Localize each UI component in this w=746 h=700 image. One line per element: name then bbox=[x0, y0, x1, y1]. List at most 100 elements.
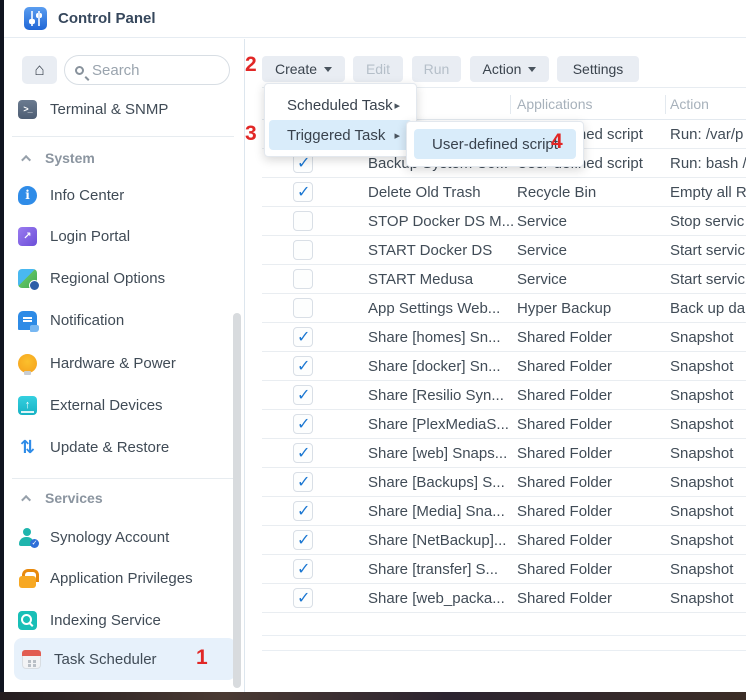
task-name: STOP Docker DS M... bbox=[368, 207, 514, 235]
caret-down-icon bbox=[528, 67, 536, 72]
table-row[interactable]: Share [Resilio Syn... Shared Folder Snap… bbox=[262, 381, 746, 410]
action-button[interactable]: Action bbox=[470, 56, 549, 82]
run-button[interactable]: Run bbox=[412, 56, 461, 82]
task-name: Share [Media] Sna... bbox=[368, 497, 514, 525]
menu-item-label: User-defined script bbox=[432, 136, 558, 153]
row-checkbox[interactable] bbox=[293, 559, 313, 579]
task-application: Shared Folder bbox=[517, 439, 667, 467]
caret-down-icon bbox=[324, 67, 332, 72]
search-box[interactable] bbox=[64, 55, 230, 85]
edit-button[interactable]: Edit bbox=[353, 56, 403, 82]
menu-item-scheduled-task[interactable]: Scheduled Task ▸ bbox=[269, 90, 412, 120]
column-header-applications[interactable]: Applications bbox=[517, 88, 593, 119]
notification-icon bbox=[18, 311, 37, 330]
row-checkbox[interactable] bbox=[293, 472, 313, 492]
row-checkbox[interactable] bbox=[293, 182, 313, 202]
sidebar-item-label: Indexing Service bbox=[50, 612, 161, 629]
sidebar: ⌂ Terminal & SNMP System Info Center Log… bbox=[4, 39, 244, 692]
table-row[interactable]: Delete Old Trash Recycle Bin Empty all R bbox=[262, 178, 746, 207]
sidebar-item-info-center[interactable]: Info Center bbox=[18, 181, 232, 209]
task-action: Snapshot bbox=[670, 410, 746, 438]
control-panel-icon bbox=[24, 7, 47, 30]
table-row[interactable]: START Medusa Service Start servic bbox=[262, 265, 746, 294]
task-application: Shared Folder bbox=[517, 526, 667, 554]
sidebar-divider bbox=[12, 136, 234, 137]
button-label: Action bbox=[483, 61, 522, 77]
info-icon bbox=[18, 186, 37, 205]
row-checkbox[interactable] bbox=[293, 588, 313, 608]
sidebar-section-services[interactable]: Services bbox=[18, 488, 232, 508]
row-checkbox[interactable] bbox=[293, 414, 313, 434]
task-action: Snapshot bbox=[670, 323, 746, 351]
sidebar-item-label: Notification bbox=[50, 312, 124, 329]
menu-item-triggered-task[interactable]: Triggered Task ▸ bbox=[269, 120, 412, 150]
task-name: Share [docker] Sn... bbox=[368, 352, 514, 380]
sidebar-item-login-portal[interactable]: Login Portal bbox=[18, 222, 232, 250]
sidebar-item-synology-account[interactable]: ✓ Synology Account bbox=[18, 523, 232, 551]
task-application: Shared Folder bbox=[517, 497, 667, 525]
row-checkbox[interactable] bbox=[293, 443, 313, 463]
row-checkbox[interactable] bbox=[293, 385, 313, 405]
task-application: Service bbox=[517, 236, 667, 264]
table-row[interactable]: Share [Backups] S... Shared Folder Snaps… bbox=[262, 468, 746, 497]
sidebar-item-update-restore[interactable]: Update & Restore bbox=[18, 433, 232, 461]
column-separator bbox=[510, 95, 511, 114]
task-name: START Docker DS bbox=[368, 236, 514, 264]
search-input[interactable] bbox=[92, 62, 219, 79]
row-checkbox[interactable] bbox=[293, 530, 313, 550]
sidebar-item-notification[interactable]: Notification bbox=[18, 306, 232, 334]
row-checkbox[interactable] bbox=[293, 240, 313, 260]
task-name: Share [web_packa... bbox=[368, 584, 514, 612]
settings-button[interactable]: Settings bbox=[557, 56, 639, 82]
table-row[interactable]: Share [docker] Sn... Shared Folder Snaps… bbox=[262, 352, 746, 381]
column-separator bbox=[665, 95, 666, 114]
task-application: Shared Folder bbox=[517, 468, 667, 496]
table-row[interactable]: App Settings Web... Hyper Backup Back up… bbox=[262, 294, 746, 323]
sidebar-item-regional-options[interactable]: Regional Options bbox=[18, 264, 232, 292]
sidebar-item-hardware-power[interactable]: Hardware & Power bbox=[18, 349, 232, 377]
task-name: App Settings Web... bbox=[368, 294, 514, 322]
row-checkbox[interactable] bbox=[293, 356, 313, 376]
table-row[interactable]: Share [Media] Sna... Shared Folder Snaps… bbox=[262, 497, 746, 526]
update-restore-icon bbox=[18, 438, 37, 457]
annotation-step-4: 4 bbox=[551, 130, 563, 154]
home-button[interactable]: ⌂ bbox=[22, 56, 57, 84]
submenu-arrow-icon: ▸ bbox=[394, 99, 400, 112]
empty-row-separator bbox=[262, 635, 746, 636]
chevron-up-icon bbox=[21, 154, 31, 164]
table-row[interactable]: Share [transfer] S... Shared Folder Snap… bbox=[262, 555, 746, 584]
table-row[interactable]: Share [web] Snaps... Shared Folder Snaps… bbox=[262, 439, 746, 468]
sidebar-item-external-devices[interactable]: External Devices bbox=[18, 391, 232, 419]
desktop-background: Control Panel ⌂ Terminal & SNMP System I… bbox=[0, 0, 746, 700]
sidebar-item-indexing-service[interactable]: Indexing Service bbox=[18, 606, 232, 634]
annotation-step-2: 2 bbox=[245, 53, 257, 77]
sidebar-item-application-privileges[interactable]: Application Privileges bbox=[18, 564, 232, 592]
sidebar-item-terminal-snmp[interactable]: Terminal & SNMP bbox=[18, 95, 232, 123]
table-row[interactable]: START Docker DS Service Start servic bbox=[262, 236, 746, 265]
table-row[interactable]: Share [homes] Sn... Shared Folder Snapsh… bbox=[262, 323, 746, 352]
button-label: Run bbox=[424, 61, 450, 77]
annotation-step-3: 3 bbox=[245, 122, 257, 146]
titlebar: Control Panel bbox=[4, 0, 746, 38]
section-label: System bbox=[45, 150, 95, 166]
task-name: Share [Resilio Syn... bbox=[368, 381, 514, 409]
row-checkbox[interactable] bbox=[293, 298, 313, 318]
create-button[interactable]: Create bbox=[262, 56, 345, 82]
table-row[interactable]: Share [NetBackup]... Shared Folder Snaps… bbox=[262, 526, 746, 555]
sidebar-section-system[interactable]: System bbox=[18, 148, 232, 168]
column-header-action[interactable]: Action bbox=[670, 88, 709, 119]
table-row[interactable]: STOP Docker DS M... Service Stop servic bbox=[262, 207, 746, 236]
table-row[interactable]: Share [web_packa... Shared Folder Snapsh… bbox=[262, 584, 746, 613]
chevron-up-icon bbox=[21, 494, 31, 504]
row-checkbox[interactable] bbox=[293, 501, 313, 521]
sidebar-item-label: Login Portal bbox=[50, 228, 130, 245]
create-dropdown-menu: Scheduled Task ▸ Triggered Task ▸ bbox=[264, 83, 417, 157]
row-checkbox[interactable] bbox=[293, 327, 313, 347]
control-panel-window: Control Panel ⌂ Terminal & SNMP System I… bbox=[4, 0, 746, 692]
sidebar-item-label: External Devices bbox=[50, 397, 163, 414]
task-action: Snapshot bbox=[670, 468, 746, 496]
row-checkbox[interactable] bbox=[293, 211, 313, 231]
row-checkbox[interactable] bbox=[293, 269, 313, 289]
table-row[interactable]: Share [PlexMediaS... Shared Folder Snaps… bbox=[262, 410, 746, 439]
sidebar-scrollbar[interactable] bbox=[233, 313, 241, 688]
